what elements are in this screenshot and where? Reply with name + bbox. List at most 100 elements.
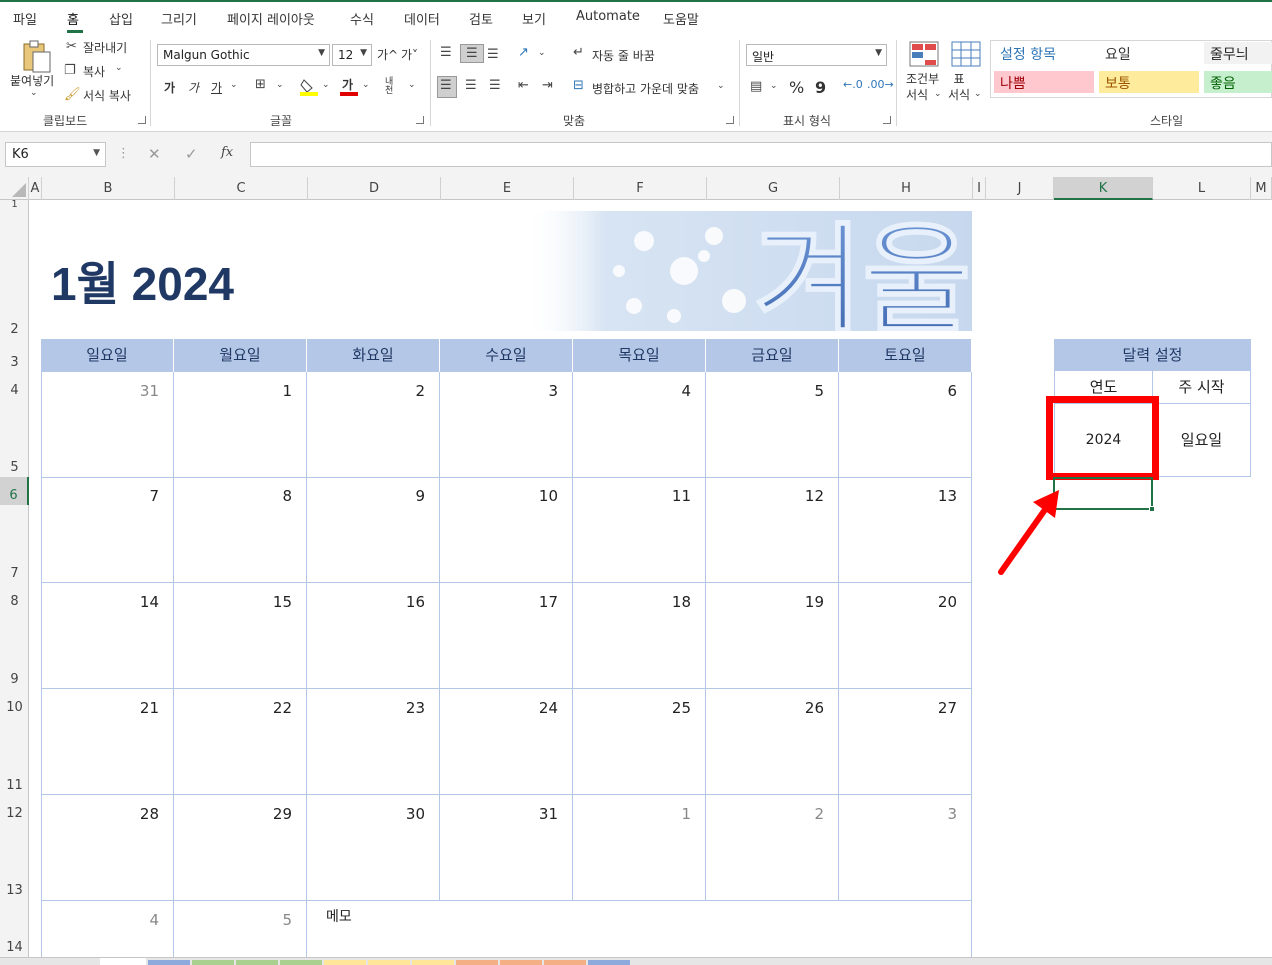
calendar-day-cell[interactable]: 4 <box>573 372 706 478</box>
calendar-day-cell[interactable]: 10 <box>440 477 573 583</box>
calendar-day-cell[interactable]: 17 <box>440 583 573 689</box>
bold-button[interactable]: 가 <box>164 79 175 96</box>
calendar-day-cell[interactable]: 13 <box>839 477 972 583</box>
row-header-9[interactable]: 9 <box>0 611 29 689</box>
alignment-launcher-icon[interactable] <box>726 116 734 124</box>
calendar-day-cell[interactable]: 11 <box>573 477 706 583</box>
fill-color-icon[interactable] <box>300 76 318 96</box>
sheet-tab[interactable] <box>456 960 498 965</box>
row-header-6[interactable]: 6 <box>0 477 29 505</box>
calendar-day-cell[interactable]: 8 <box>174 477 307 583</box>
phonetic-dropdown-icon[interactable]: ⌄ <box>408 80 416 90</box>
sheet-tab[interactable] <box>368 960 410 965</box>
sheet-tab[interactable] <box>280 960 322 965</box>
style-good[interactable]: 좋음 <box>1204 71 1272 93</box>
align-top-icon[interactable]: ☰ <box>440 45 452 60</box>
menu-automate[interactable]: Automate <box>576 9 640 24</box>
font-launcher-icon[interactable] <box>416 116 424 124</box>
sheet-tab[interactable] <box>500 960 542 965</box>
menu-view[interactable]: 보기 <box>522 9 546 28</box>
formula-input[interactable] <box>250 142 1272 167</box>
row-header-12[interactable]: 12 <box>0 795 29 823</box>
table-dropdown-icon[interactable]: ⌄ <box>974 89 982 99</box>
calendar-day-cell[interactable]: 2 <box>307 372 440 478</box>
grow-font-button[interactable]: 가^ <box>377 46 398 63</box>
cancel-icon[interactable]: ✕ <box>148 145 161 163</box>
align-left-icon[interactable]: ☰ <box>437 76 457 98</box>
calendar-day-cell[interactable]: 3 <box>839 795 972 901</box>
number-format-combo[interactable]: 일반 ▼ <box>746 44 887 66</box>
calendar-day-cell[interactable]: 18 <box>573 583 706 689</box>
phonetic-button[interactable]: 내천 <box>385 78 399 96</box>
copy-button[interactable]: 복사 <box>83 63 105 80</box>
paste-icon[interactable] <box>20 40 52 74</box>
column-header-b[interactable]: B <box>42 177 175 200</box>
italic-button[interactable]: 가 <box>188 79 199 96</box>
calendar-day-cell[interactable]: 27 <box>839 689 972 795</box>
menu-help[interactable]: 도움말 <box>663 9 699 28</box>
align-bottom-icon[interactable]: ☰ <box>487 47 499 62</box>
sheet-tab[interactable] <box>148 960 190 965</box>
style-banded[interactable]: 줄무늬 <box>1204 42 1272 64</box>
calendar-day-cell[interactable]: 29 <box>174 795 307 901</box>
align-right-icon[interactable]: ☰ <box>489 78 501 93</box>
column-header-e[interactable]: E <box>441 177 574 200</box>
calendar-day-cell[interactable]: 7 <box>41 477 174 583</box>
select-all-button[interactable] <box>0 177 29 200</box>
wrap-text-icon[interactable]: ↵ <box>573 45 584 60</box>
align-center-icon[interactable]: ☰ <box>465 78 477 93</box>
calendar-day-cell[interactable]: 5 <box>174 901 307 957</box>
row-header-5[interactable]: 5 <box>0 400 29 477</box>
insert-function-icon[interactable]: fx <box>221 145 233 160</box>
paste-button[interactable]: 붙여넣기 <box>10 72 54 89</box>
row-header-11[interactable]: 11 <box>0 717 29 795</box>
calendar-day-cell[interactable]: 24 <box>440 689 573 795</box>
column-header-i[interactable]: I <box>973 177 986 200</box>
menu-data[interactable]: 데이터 <box>404 9 440 28</box>
calendar-day-cell[interactable]: 5 <box>706 372 839 478</box>
orientation-icon[interactable]: ↗ <box>518 45 529 60</box>
calendar-day-cell[interactable]: 3 <box>440 372 573 478</box>
row-header-3[interactable]: 3 <box>0 339 29 372</box>
row-header-13[interactable]: 13 <box>0 823 29 900</box>
column-header-c[interactable]: C <box>175 177 308 200</box>
format-painter-button[interactable]: 서식 복사 <box>83 87 131 104</box>
fill-dropdown-icon[interactable]: ⌄ <box>322 80 330 90</box>
style-weekday[interactable]: 요일 <box>1099 42 1199 64</box>
font-color-icon[interactable]: 가 <box>340 76 358 96</box>
calendar-day-cell[interactable]: 6 <box>839 372 972 478</box>
calendar-day-cell[interactable]: 23 <box>307 689 440 795</box>
row-header-10[interactable]: 10 <box>0 689 29 717</box>
cut-icon[interactable]: ✂ <box>66 39 77 54</box>
underline-button[interactable]: 가 <box>211 79 222 96</box>
border-icon[interactable]: ⊞ <box>255 77 266 92</box>
merge-icon[interactable]: ⊟ <box>573 78 584 93</box>
merge-center-button[interactable]: 병합하고 가운데 맞춤 <box>592 80 699 97</box>
align-middle-icon[interactable]: ☰ <box>460 44 484 63</box>
column-header-f[interactable]: F <box>574 177 707 200</box>
calendar-day-cell[interactable]: 30 <box>307 795 440 901</box>
calendar-day-cell[interactable]: 20 <box>839 583 972 689</box>
wrap-text-button[interactable]: 자동 줄 바꿈 <box>592 47 655 64</box>
border-dropdown-icon[interactable]: ⌄ <box>276 80 284 90</box>
column-header-k[interactable]: K <box>1054 177 1153 200</box>
orientation-dropdown-icon[interactable]: ⌄ <box>538 48 546 58</box>
calendar-day-cell[interactable]: 26 <box>706 689 839 795</box>
accounting-format-icon[interactable]: ▤ <box>750 79 762 94</box>
style-neutral[interactable]: 보통 <box>1099 71 1199 93</box>
more-icon[interactable]: ⋮ <box>117 146 130 161</box>
calendar-day-cell[interactable]: 21 <box>41 689 174 795</box>
menu-file[interactable]: 파일 <box>13 9 37 28</box>
column-header-d[interactable]: D <box>308 177 441 200</box>
calendar-day-cell[interactable]: 15 <box>174 583 307 689</box>
clipboard-launcher-icon[interactable] <box>138 116 146 124</box>
conditional-format-icon[interactable] <box>909 41 939 67</box>
accounting-dropdown-icon[interactable]: ⌄ <box>770 81 778 91</box>
calendar-day-cell[interactable]: 31 <box>41 372 174 478</box>
format-painter-icon[interactable]: 🖌 <box>64 87 81 102</box>
fill-handle[interactable] <box>1149 506 1155 512</box>
sheet-tab[interactable] <box>544 960 586 965</box>
row-header-14[interactable]: 14 <box>0 900 29 957</box>
font-color-dropdown-icon[interactable]: ⌄ <box>362 80 370 90</box>
column-header-h[interactable]: H <box>840 177 973 200</box>
